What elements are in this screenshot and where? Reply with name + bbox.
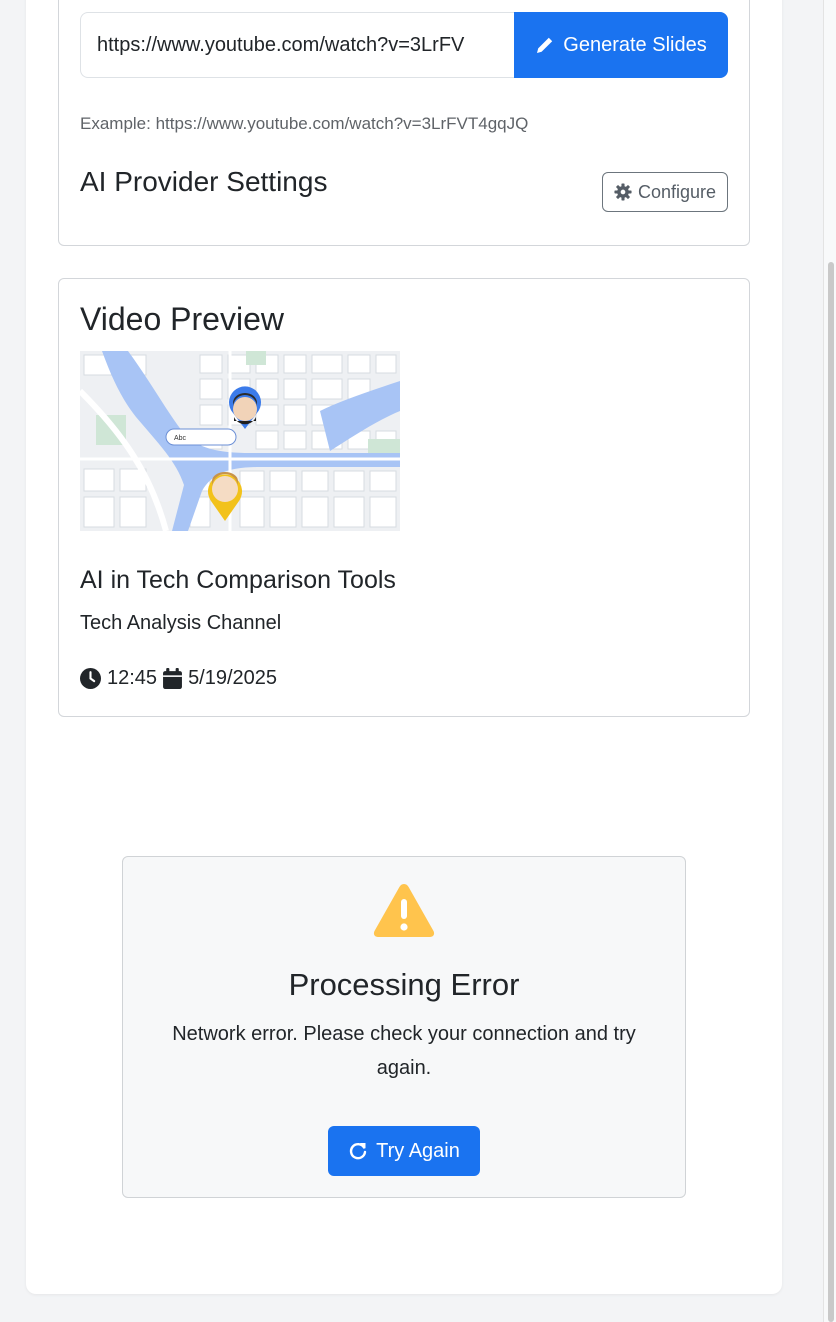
calendar-icon: [163, 668, 183, 689]
video-meta: 12:45 5/19/2025: [80, 667, 277, 690]
error-message: Network error. Please check your connect…: [172, 1023, 636, 1079]
processing-error-panel: Processing Error Network error. Please c…: [122, 856, 686, 1198]
try-again-button[interactable]: Try Again: [328, 1126, 480, 1176]
url-input-group: https://www.youtube.com/watch?v=3LrFV Ge…: [80, 12, 728, 78]
configure-label: Configure: [637, 181, 716, 202]
video-preview-card: Video Preview Abc AI in Tech Comparison …: [58, 278, 750, 717]
page-scrollbar[interactable]: [823, 0, 836, 1322]
refresh-icon: [350, 1143, 367, 1160]
youtube-url-input[interactable]: https://www.youtube.com/watch?v=3LrFV: [80, 12, 514, 78]
error-title: Processing Error: [288, 967, 520, 1002]
generate-slides-label: Generate Slides: [563, 33, 707, 56]
video-duration: 12:45: [107, 667, 158, 689]
gear-icon: [614, 183, 632, 201]
clock-icon: [80, 668, 101, 689]
map-label-text: Abc: [174, 435, 187, 442]
generate-slides-button[interactable]: Generate Slides: [514, 12, 728, 78]
video-preview-title: Video Preview: [80, 301, 284, 337]
configure-button[interactable]: Configure: [601, 172, 728, 212]
url-card: https://www.youtube.com/watch?v=3LrFV Ge…: [58, 0, 750, 246]
ai-provider-settings-title: AI Provider Settings: [80, 166, 328, 197]
video-thumbnail-map[interactable]: Abc: [80, 351, 400, 531]
scrollbar-thumb[interactable]: [828, 262, 834, 1322]
example-url-hint: Example: https://www.youtube.com/watch?v…: [80, 114, 529, 133]
pencil-icon: [537, 37, 553, 53]
video-title: AI in Tech Comparison Tools: [80, 566, 396, 594]
try-again-label: Try Again: [376, 1139, 460, 1162]
channel-name: Tech Analysis Channel: [80, 612, 282, 634]
warning-icon: [373, 884, 435, 937]
video-date: 5/19/2025: [188, 667, 278, 689]
